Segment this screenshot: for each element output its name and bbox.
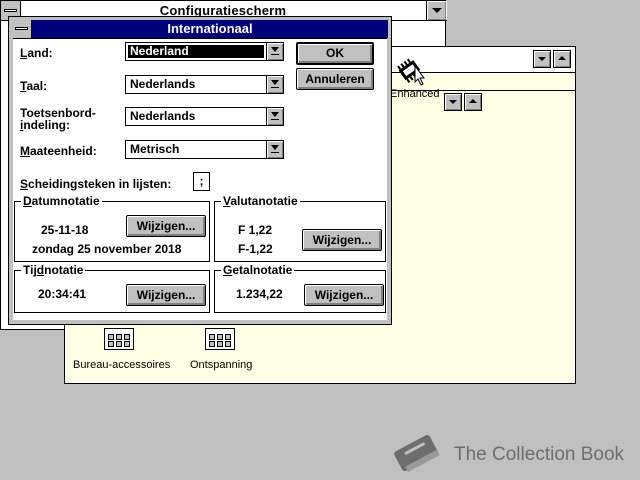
valuta-negative: F-1,22 [238,242,273,256]
tijd-value: 20:34:41 [38,287,87,301]
maateenheid-label: Maateenheid: [20,144,97,158]
control-panel-minimize-button[interactable] [426,1,446,20]
scheidingsteken-label: Scheidingsteken in lijsten: [20,177,172,191]
inner-maximize-button[interactable] [464,93,482,111]
valuta-positive: F 1,22 [238,223,273,237]
group-label-ontspanning[interactable]: Ontspanning [190,359,252,371]
book-icon [394,434,440,472]
dropdown-arrow-icon[interactable] [266,76,283,93]
dropdown-arrow-icon[interactable] [266,141,283,158]
getal-wijzigen-button[interactable]: Wijzigen... [304,284,384,306]
dropdown-arrow-icon[interactable] [266,43,283,60]
datum-wijzigen-button[interactable]: Wijzigen... [126,215,206,237]
toetsenbord-label: Toetsenbord-indeling: [20,106,96,132]
datum-long: zondag 25 november 2018 [32,242,182,256]
down-arrow-icon [449,100,457,104]
scheidingsteken-input[interactable]: ; [193,172,210,191]
group-label-bureau-accessoires[interactable]: Bureau-accessoires [73,359,170,371]
taal-select[interactable]: Nederlands [125,75,284,94]
getal-value: 1.234,22 [236,287,283,301]
window-maximize-button[interactable] [553,50,571,68]
dropdown-arrow-icon[interactable] [266,108,283,125]
valutanotatie-title: Valutanotatie [221,194,300,208]
dialog-title: Internationaal [167,21,253,36]
tijdnotatie-title: Tijdnotatie [21,263,86,277]
land-select[interactable]: Nederland [125,42,284,61]
valuta-wijzigen-button[interactable]: Wijzigen... [302,229,382,251]
datumnotatie-title: Datumnotatie [21,194,102,208]
ok-button[interactable]: OK [296,42,374,65]
watermark-text: The Collection Book [454,444,625,465]
up-arrow-icon [469,99,477,103]
enhanced-chip-icon[interactable] [395,56,425,86]
program-group-icon[interactable] [205,328,235,354]
toetsenbord-select[interactable]: Nederlands [125,107,284,126]
dialog-system-menu-icon[interactable] [12,20,32,38]
datum-short: 25-11-18 [41,223,89,237]
inner-minimize-button[interactable] [444,93,462,111]
tijd-wijzigen-button[interactable]: Wijzigen... [126,284,206,306]
land-label: Land: [20,46,53,60]
up-arrow-icon [558,56,566,60]
maateenheid-select[interactable]: Metrisch [125,140,284,159]
window-minimize-button[interactable] [533,50,551,68]
minimize-arrow-icon [432,8,442,13]
down-arrow-icon [538,57,546,61]
enhanced-label: Enhanced [390,88,440,100]
getalnotatie-title: Getalnotatie [221,263,295,277]
annuleren-button[interactable]: Annuleren [296,68,374,90]
taal-label: Taal: [20,79,48,93]
program-group-icon[interactable] [104,328,134,354]
